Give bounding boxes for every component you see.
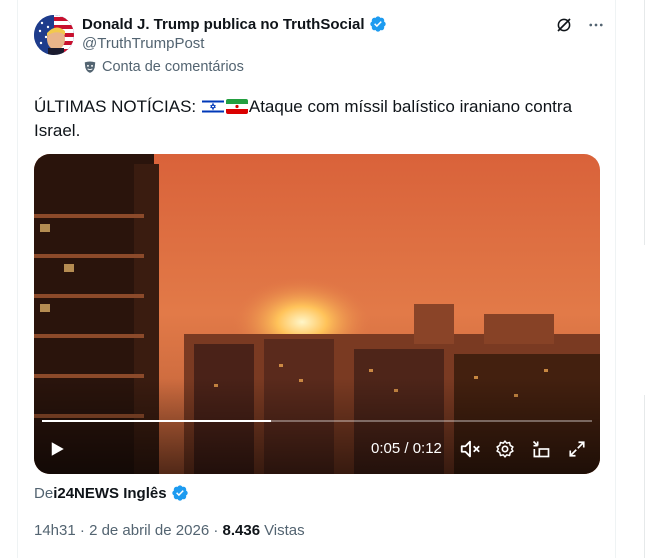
source-verified-badge-icon	[171, 485, 188, 501]
iran-flag-icon	[225, 99, 248, 114]
community-note-label[interactable]: Conta de comentários	[83, 59, 244, 75]
settings-button[interactable]	[493, 436, 517, 462]
avatar-image	[34, 15, 74, 55]
volume-muted-icon	[460, 440, 480, 458]
sidebar-edge	[644, 0, 648, 558]
verified-badge-icon	[369, 16, 386, 32]
pip-icon	[532, 440, 550, 458]
grok-icon	[557, 18, 571, 32]
play-button[interactable]	[46, 436, 68, 462]
gear-icon	[496, 440, 514, 458]
views-label: Vistas	[264, 522, 305, 539]
author-name-row[interactable]: Donald J. Trump publica no TruthSocial	[82, 14, 387, 34]
picture-in-picture-button[interactable]	[529, 436, 553, 462]
expand-icon	[569, 441, 585, 457]
israel-flag-icon	[201, 99, 224, 114]
video-progress-bar[interactable]	[42, 420, 592, 422]
views-count[interactable]: 8.436	[223, 522, 261, 539]
video-source-attribution: De i24NEWS Inglês	[34, 484, 189, 502]
tweet-text-prefix: ÚLTIMAS NOTÍCIAS:	[34, 97, 201, 116]
community-label-text: Conta de comentários	[102, 59, 244, 75]
more-options-button[interactable]	[585, 14, 607, 36]
video-frame	[34, 154, 600, 474]
meta-separator-2: ·	[209, 522, 223, 539]
video-controls: 0:05 / 0:12	[34, 436, 600, 462]
tweet-top-actions	[553, 14, 607, 36]
meta-separator: ·	[75, 522, 90, 539]
source-prefix: De	[34, 484, 54, 502]
timeline-right-border	[615, 0, 616, 558]
timeline-left-border	[17, 0, 18, 558]
more-dots-icon	[589, 23, 603, 27]
fullscreen-button[interactable]	[565, 436, 589, 462]
video-progress-fill	[42, 420, 272, 422]
author-display-name[interactable]: Donald J. Trump publica no TruthSocial	[82, 16, 365, 33]
video-time-display: 0:05 / 0:12	[371, 440, 442, 457]
grok-button[interactable]	[553, 14, 575, 36]
tweet-meta: 14h31 · 2 de abril de 2026 · 8.436 Vista…	[34, 522, 305, 539]
source-account-link[interactable]: i24NEWS Inglês	[53, 485, 166, 502]
tweet-time[interactable]: 14h31	[34, 522, 76, 539]
author-handle[interactable]: @TruthTrumpPost	[82, 35, 204, 52]
tweet-text: ÚLTIMAS NOTÍCIAS: Ataque com míssil balí…	[34, 95, 604, 143]
tweet-date[interactable]: 2 de abril de 2026	[89, 522, 209, 539]
play-icon	[51, 442, 64, 456]
author-avatar[interactable]	[34, 15, 74, 55]
masks-icon	[84, 61, 96, 73]
video-player[interactable]: 0:05 / 0:12	[34, 154, 600, 474]
mute-button[interactable]	[458, 436, 482, 462]
